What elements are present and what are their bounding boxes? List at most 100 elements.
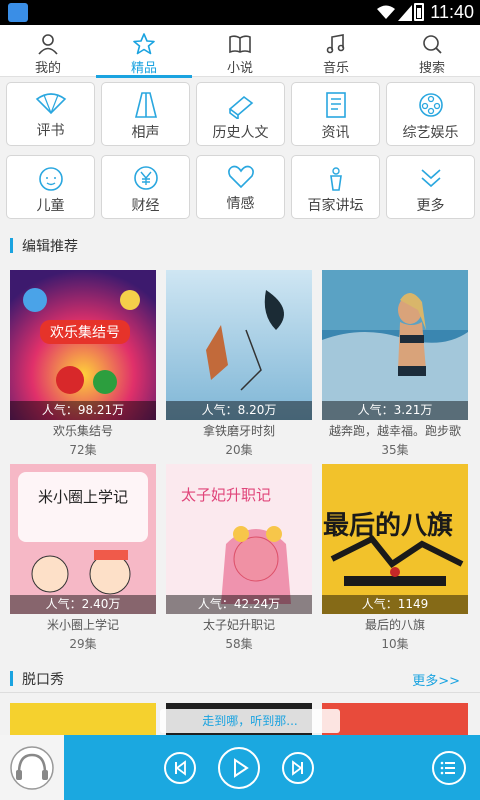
category-lecture[interactable]: 百家讲坛: [291, 155, 380, 219]
search-icon: [423, 35, 442, 54]
headphones-icon: [10, 746, 54, 790]
category-xiangsheng[interactable]: 相声: [101, 82, 190, 146]
category-label: 评书: [36, 123, 65, 139]
category-label: 更多: [416, 198, 445, 214]
more-link[interactable]: 更多>>: [412, 670, 460, 689]
album-card[interactable]: 最后的八旗 人气：1149 最后的八旗 10集: [322, 464, 468, 652]
previous-icon: [175, 760, 186, 776]
tab-novel[interactable]: 小说: [192, 25, 288, 77]
gown-icon: [134, 92, 157, 118]
next-button[interactable]: [282, 752, 314, 784]
episode-count: 35集: [381, 443, 409, 457]
tab-label: 精品: [130, 61, 157, 76]
book-icon: [229, 35, 251, 54]
popularity-label: 人气：98.21万: [10, 401, 156, 420]
album-cover-peek[interactable]: [10, 703, 156, 735]
status-time: 11:40: [430, 2, 474, 22]
album-card[interactable]: 太子妃升职记 人气：42.24万 太子妃升职记 58集: [166, 464, 312, 652]
playlist-button[interactable]: [432, 751, 466, 785]
signal-icon: [398, 5, 412, 21]
cover-art-title: 太子妃升职记: [181, 486, 271, 504]
album-cover: 太子妃升职记 人气：42.24万: [166, 464, 312, 614]
category-label: 资讯: [321, 125, 350, 141]
section-divider: [0, 692, 480, 693]
album-cover: 最后的八旗 人气：1149: [322, 464, 468, 614]
next-icon: [292, 760, 303, 776]
album-title: 太子妃升职记: [202, 618, 275, 632]
album-cover-peek[interactable]: [322, 703, 468, 735]
tab-label: 小说: [226, 61, 253, 76]
popularity-label: 人气：8.20万: [166, 401, 312, 420]
episode-count: 72集: [69, 443, 97, 457]
user-icon: [38, 34, 58, 55]
section-title: 脱口秀: [22, 672, 64, 688]
heart-icon: [227, 165, 254, 189]
section-title: 编辑推荐: [22, 239, 78, 255]
popularity-label: 人气：1149: [322, 595, 468, 614]
tab-label: 搜索: [418, 61, 445, 76]
section-talk-show: 脱口秀 更多>>: [0, 665, 480, 695]
cover-art-title: 米小圈上学记: [38, 488, 128, 506]
cover-art-title: 最后的八旗: [323, 510, 453, 541]
album-title: 越奔跑，越幸福。跑步歌: [328, 424, 461, 438]
category-label: 历史人文: [212, 125, 269, 141]
tab-mine[interactable]: 我的: [0, 25, 96, 77]
news-icon: [325, 92, 346, 118]
category-label: 情感: [226, 196, 255, 212]
child-face-icon: [38, 167, 63, 191]
album-cover: 欢乐集结号 人气：98.21万: [10, 270, 156, 420]
category-label: 儿童: [36, 198, 65, 214]
album-card[interactable]: 人气：3.21万 越奔跑，越幸福。跑步歌 35集: [322, 270, 468, 458]
episode-count: 29集: [69, 637, 97, 651]
music-note-icon: [326, 34, 345, 54]
category-history[interactable]: 历史人文: [196, 82, 285, 146]
cover-art-title: 欢乐集结号: [50, 324, 120, 341]
tab-search[interactable]: 搜索: [384, 25, 480, 77]
double-chevron-down-icon: [420, 169, 441, 188]
play-button[interactable]: [218, 747, 260, 789]
category-label: 百家讲坛: [307, 198, 364, 214]
player-avatar[interactable]: [0, 735, 64, 800]
episode-count: 20集: [225, 443, 253, 457]
popularity-label: 人气：42.24万: [166, 595, 312, 614]
album-card[interactable]: 人气：8.20万 拿铁磨牙时刻 20集: [166, 270, 312, 458]
star-icon: [133, 33, 155, 55]
previous-button[interactable]: [164, 752, 196, 784]
popularity-label: 人气：3.21万: [322, 401, 468, 420]
player-bar: [0, 735, 480, 800]
tab-label: 音乐: [322, 61, 349, 76]
category-emotion[interactable]: 情感: [196, 155, 285, 219]
popularity-label: 人气：2.40万: [10, 595, 156, 614]
category-more[interactable]: 更多: [386, 155, 475, 219]
tab-music[interactable]: 音乐: [288, 25, 384, 77]
wifi-icon: [377, 5, 395, 19]
album-title: 最后的八旗: [364, 618, 425, 632]
album-cover: 人气：3.21万: [322, 270, 468, 420]
album-cover: 人气：8.20万: [166, 270, 312, 420]
category-label: 财经: [131, 198, 160, 214]
yuan-icon: [133, 166, 158, 190]
category-finance[interactable]: 财经: [101, 155, 190, 219]
episode-count: 10集: [381, 637, 409, 651]
category-children[interactable]: 儿童: [6, 155, 95, 219]
tab-label: 我的: [34, 61, 61, 76]
section-editor-picks: 编辑推荐: [0, 232, 480, 262]
book-stack-icon: [228, 95, 253, 119]
album-card[interactable]: 米小圈上学记 人气：2.40万 米小圈上学记 29集: [10, 464, 156, 652]
section-accent-bar: [10, 238, 13, 253]
category-pingshu[interactable]: 评书: [6, 82, 95, 146]
album-card[interactable]: 欢乐集结号 人气：98.21万 欢乐集结号 72集: [10, 270, 156, 458]
status-bar: 11:40: [0, 0, 480, 25]
app-notification-icon: [8, 3, 28, 22]
album-cover: 米小圈上学记 人气：2.40万: [10, 464, 156, 614]
section-accent-bar: [10, 671, 13, 686]
category-news[interactable]: 资讯: [291, 82, 380, 146]
category-label: 相声: [131, 125, 160, 141]
playlist-icon: [440, 761, 455, 775]
album-title: 欢乐集结号: [52, 424, 113, 438]
tab-featured[interactable]: 精品: [96, 25, 192, 78]
now-playing-text: 走到哪，听到那...: [160, 709, 340, 733]
category-variety[interactable]: 综艺娱乐: [386, 82, 475, 146]
album-title: 拿铁磨牙时刻: [202, 424, 275, 438]
podium-icon: [329, 167, 342, 191]
